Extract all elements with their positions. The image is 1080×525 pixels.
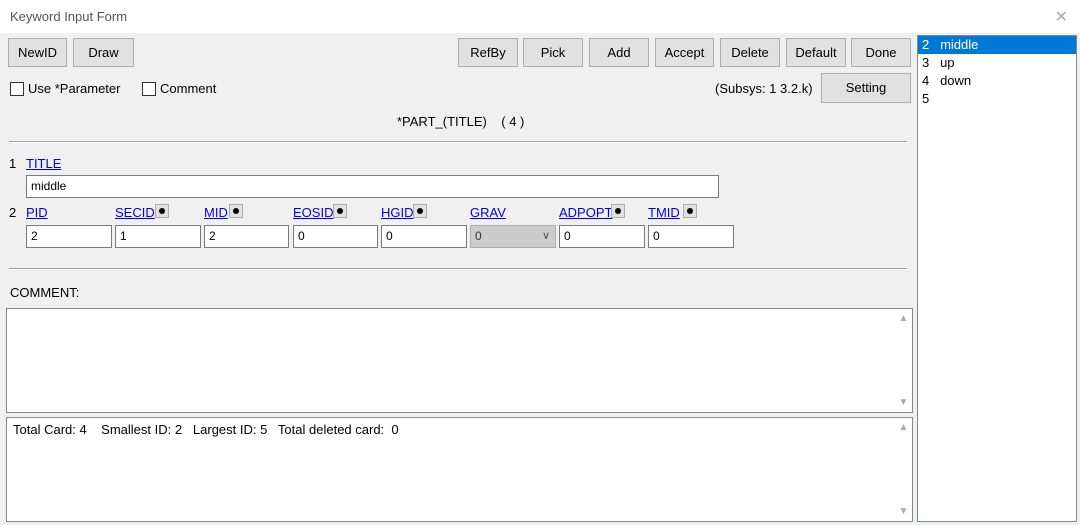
pid-link[interactable]: PID xyxy=(26,205,48,220)
comment-scrollbar[interactable]: ▲ ▼ xyxy=(895,309,912,412)
secid-input[interactable]: 1 xyxy=(115,225,201,248)
mid-input[interactable]: 2 xyxy=(204,225,289,248)
refby-button[interactable]: RefBy xyxy=(458,38,518,67)
delete-button[interactable]: Delete xyxy=(720,38,780,67)
tmid-picker-button[interactable] xyxy=(683,204,697,218)
mid-picker-button[interactable] xyxy=(229,204,243,218)
adpopt-input[interactable]: 0 xyxy=(559,225,645,248)
use-parameter-checkbox[interactable]: Use *Parameter xyxy=(10,81,120,96)
accept-button[interactable]: Accept xyxy=(655,38,714,67)
status-text: Total Card: 4 Smallest ID: 2 Largest ID:… xyxy=(13,422,399,437)
done-button[interactable]: Done xyxy=(851,38,911,67)
eosid-input[interactable]: 0 xyxy=(293,225,378,248)
checkbox-icon xyxy=(142,81,156,96)
grav-select[interactable]: 0 ∨ xyxy=(470,225,556,248)
hgid-picker-button[interactable] xyxy=(413,204,427,218)
newid-button[interactable]: NewID xyxy=(8,38,67,67)
list-item[interactable]: 2 middle xyxy=(918,36,1076,54)
title-input[interactable]: middle xyxy=(26,175,719,198)
list-item[interactable]: 3 up xyxy=(918,54,1076,72)
mid-link[interactable]: MID xyxy=(204,205,228,220)
use-parameter-label: Use *Parameter xyxy=(28,81,121,96)
card-list[interactable]: 2 middle 3 up 4 down 5 xyxy=(917,35,1077,522)
pid-input[interactable]: 2 xyxy=(26,225,112,248)
hgid-input[interactable]: 0 xyxy=(381,225,467,248)
comment-label: Comment xyxy=(160,81,217,96)
eosid-picker-button[interactable] xyxy=(333,204,347,218)
divider xyxy=(9,268,907,270)
subsys-label: (Subsys: 1 3.2.k) xyxy=(715,81,813,96)
tmid-input[interactable]: 0 xyxy=(648,225,734,248)
checkbox-icon xyxy=(10,81,24,96)
dot-icon xyxy=(337,208,343,214)
dot-icon xyxy=(687,208,693,214)
scroll-up-icon[interactable]: ▲ xyxy=(895,422,912,433)
dot-icon xyxy=(615,208,621,214)
close-icon[interactable]: ✕ xyxy=(1055,7,1068,27)
dot-icon xyxy=(233,208,239,214)
eosid-link[interactable]: EOSID xyxy=(293,205,333,220)
setting-button[interactable]: Setting xyxy=(821,73,911,103)
secid-link[interactable]: SECID xyxy=(115,205,155,220)
window-title: Keyword Input Form xyxy=(10,9,128,24)
row-number: 1 xyxy=(9,156,17,171)
list-item[interactable]: 5 xyxy=(918,90,1076,108)
secid-picker-button[interactable] xyxy=(155,204,169,218)
scroll-up-icon[interactable]: ▲ xyxy=(895,313,912,324)
scroll-down-icon[interactable]: ▼ xyxy=(895,506,912,517)
comment-checkbox[interactable]: Comment xyxy=(142,81,216,96)
title-bar: Keyword Input Form ✕ xyxy=(0,0,1080,33)
pick-button[interactable]: Pick xyxy=(523,38,583,67)
status-textarea[interactable]: Total Card: 4 Smallest ID: 2 Largest ID:… xyxy=(6,417,913,522)
keyword-header: *PART_(TITLE) ( 4 ) xyxy=(397,114,525,129)
add-button[interactable]: Add xyxy=(589,38,649,67)
row-number: 2 xyxy=(9,205,17,220)
list-item[interactable]: 4 down xyxy=(918,72,1076,90)
adpopt-link[interactable]: ADPOPT xyxy=(559,205,612,220)
status-scrollbar[interactable]: ▲ ▼ xyxy=(895,418,912,521)
title-link[interactable]: TITLE xyxy=(26,156,61,171)
dot-icon xyxy=(417,208,423,214)
dot-icon xyxy=(159,208,165,214)
hgid-link[interactable]: HGID xyxy=(381,205,414,220)
scroll-down-icon[interactable]: ▼ xyxy=(895,397,912,408)
draw-button[interactable]: Draw xyxy=(73,38,134,67)
comment-textarea[interactable]: ▲ ▼ xyxy=(6,308,913,413)
adpopt-picker-button[interactable] xyxy=(611,204,625,218)
grav-link[interactable]: GRAV xyxy=(470,205,506,220)
grav-selected-value: 0 xyxy=(475,229,482,243)
divider xyxy=(9,141,907,143)
comment-section-label: COMMENT: xyxy=(10,285,80,300)
default-button[interactable]: Default xyxy=(786,38,846,67)
tmid-link[interactable]: TMID xyxy=(648,205,680,220)
chevron-down-icon: ∨ xyxy=(541,230,550,242)
